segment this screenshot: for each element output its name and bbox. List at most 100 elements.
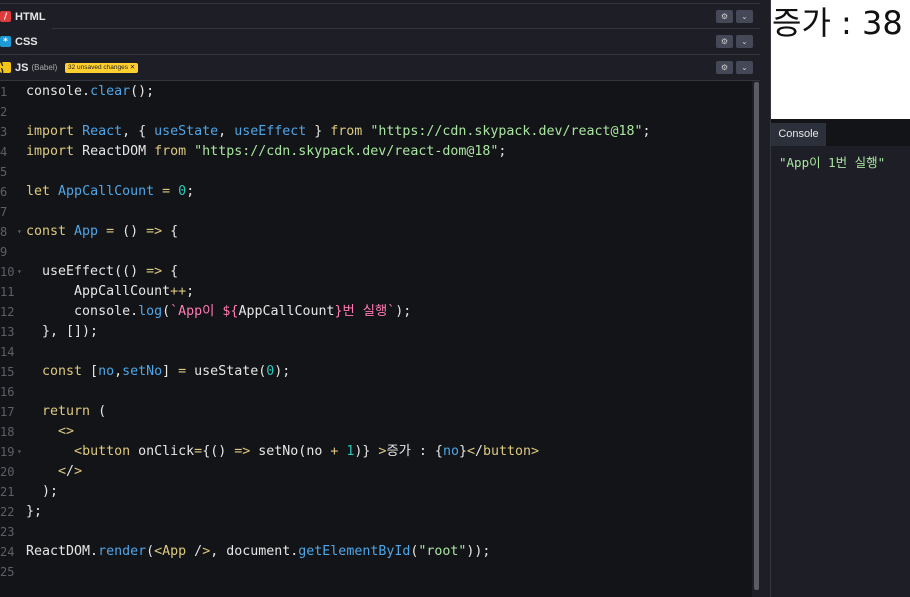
code-line[interactable]: 5 xyxy=(0,162,752,182)
line-number: 22 xyxy=(0,505,15,519)
code-text: console.clear(); xyxy=(26,84,155,99)
js-chevron-down-icon[interactable]: ⌄ xyxy=(736,61,753,74)
code-text: import React, { useState, useEffect } fr… xyxy=(26,124,651,139)
code-line[interactable]: 7 xyxy=(0,202,752,222)
line-number: 19 xyxy=(0,445,15,459)
line-number: 17 xyxy=(0,405,15,419)
js-editor-header[interactable]: ( ) JS (Babel) 32 unsaved changes ✕ ⚙ ⌄ xyxy=(0,55,760,81)
code-line[interactable]: 25 xyxy=(0,562,752,582)
code-text: console.log(`App이 ${AppCallCount}번 실행`); xyxy=(74,304,412,319)
line-number: 2 xyxy=(0,105,8,119)
console-output: "App이 1번 실행" xyxy=(771,146,910,597)
code-text: ReactDOM.render(<App />, document.getEle… xyxy=(26,544,491,559)
code-line[interactable]: 6 let AppCallCount = 0; xyxy=(0,182,752,202)
code-text: useEffect(() => { xyxy=(42,264,179,279)
css-editor-header[interactable]: * CSS ⚙ ⌄ xyxy=(0,29,760,55)
line-number: 8 xyxy=(0,225,8,239)
tab-js-preprocessor: (Babel) xyxy=(31,63,58,72)
code-text: return ( xyxy=(42,404,107,419)
html-icon: / xyxy=(0,11,11,22)
code-line[interactable]: 8 ▾ const App = () => { xyxy=(0,222,752,242)
tab-html-label: HTML xyxy=(15,10,46,23)
code-line[interactable]: 13 }, []); xyxy=(0,322,752,342)
line-number: 25 xyxy=(0,565,15,579)
code-text: }, []); xyxy=(26,324,99,339)
line-number: 13 xyxy=(0,325,15,339)
code-line[interactable]: 1 console.clear(); xyxy=(0,82,752,102)
code-scrollbar-thumb[interactable] xyxy=(754,82,759,590)
tab-html[interactable]: / HTML xyxy=(0,4,52,29)
line-number: 16 xyxy=(0,385,15,399)
tab-css-label: CSS xyxy=(15,35,38,48)
code-line[interactable]: 19 ▾ <button onClick={() => setNo(no + 1)… xyxy=(0,442,752,462)
code-line[interactable]: 23 xyxy=(0,522,752,542)
code-line[interactable]: 14 xyxy=(0,342,752,362)
code-line[interactable]: 16 xyxy=(0,382,752,402)
css-icon: * xyxy=(0,36,11,47)
line-number: 5 xyxy=(0,165,8,179)
code-line[interactable]: 17 return ( xyxy=(0,402,752,422)
code-text: <button onClick={() => setNo(no + 1)} >증… xyxy=(74,444,540,459)
fold-arrow-icon[interactable]: ▾ xyxy=(17,262,22,282)
code-line[interactable]: 10 ▾ useEffect(() => { xyxy=(0,262,752,282)
tab-js-label: JS xyxy=(15,61,29,74)
line-number: 10 xyxy=(0,265,15,279)
css-gear-icon[interactable]: ⚙ xyxy=(716,35,733,48)
code-text: const App = () => { xyxy=(26,224,179,239)
line-number: 3 xyxy=(0,125,8,139)
line-number: 1 xyxy=(0,85,8,99)
line-number: 24 xyxy=(0,545,15,559)
code-line[interactable]: 11 AppCallCount++; xyxy=(0,282,752,302)
code-text: ); xyxy=(26,484,59,499)
code-line[interactable]: 9 xyxy=(0,242,752,262)
js-gear-icon[interactable]: ⚙ xyxy=(716,61,733,74)
increment-button[interactable]: 증가 : 38 xyxy=(772,4,903,42)
html-chevron-down-icon[interactable]: ⌄ xyxy=(736,10,753,23)
line-number: 4 xyxy=(0,145,8,159)
line-number: 21 xyxy=(0,485,15,499)
editor-pane: / HTML ⚙ ⌄ * CSS ⚙ ⌄ ( ) JS (Babel) 32 u… xyxy=(0,0,760,597)
tab-console[interactable]: Console xyxy=(771,123,826,146)
code-line[interactable]: 3 import React, { useState, useEffect } f… xyxy=(0,122,752,142)
code-text: import ReactDOM from "https://cdn.skypac… xyxy=(26,144,507,159)
fold-arrow-icon[interactable]: ▾ xyxy=(17,442,22,462)
code-line[interactable]: 24 ReactDOM.render(<App />, document.getE… xyxy=(0,542,752,562)
tab-js[interactable]: ( ) JS (Babel) xyxy=(0,55,64,80)
code-text: AppCallCount++; xyxy=(74,284,195,299)
code-text: <> xyxy=(58,424,75,439)
code-line[interactable]: 18 <> xyxy=(0,422,752,442)
line-number: 20 xyxy=(0,465,15,479)
js-icon: ( ) xyxy=(0,58,11,78)
code-line[interactable]: 20 </> xyxy=(0,462,752,482)
line-number: 23 xyxy=(0,525,15,539)
line-number: 12 xyxy=(0,305,15,319)
code-text: let AppCallCount = 0; xyxy=(26,184,195,199)
line-number: 11 xyxy=(0,285,15,299)
code-line[interactable]: 4 import ReactDOM from "https://cdn.skypa… xyxy=(0,142,752,162)
html-gear-icon[interactable]: ⚙ xyxy=(716,10,733,23)
console-log-entry: "App이 1번 실행" xyxy=(779,155,886,170)
js-code-editor[interactable]: 1 console.clear(); 2 3 import React, { useSt… xyxy=(0,81,752,597)
fold-arrow-icon[interactable]: ▾ xyxy=(17,222,22,242)
line-number: 14 xyxy=(0,345,15,359)
line-number: 18 xyxy=(0,425,15,439)
code-line[interactable]: 21 ); xyxy=(0,482,752,502)
result-preview: 증가 : 38 xyxy=(771,0,910,119)
code-line[interactable]: 2 xyxy=(0,102,752,122)
html-editor-header[interactable]: / HTML ⚙ ⌄ xyxy=(0,3,760,29)
code-text: const [no,setNo] = useState(0); xyxy=(42,364,291,379)
console-header: Console xyxy=(771,119,910,146)
code-line[interactable]: 15 const [no,setNo] = useState(0); xyxy=(0,362,752,382)
code-line[interactable]: 12 console.log(`App이 ${AppCallCount}번 실행… xyxy=(0,302,752,322)
line-number: 9 xyxy=(0,245,8,259)
line-number: 6 xyxy=(0,185,8,199)
css-chevron-down-icon[interactable]: ⌄ xyxy=(736,35,753,48)
code-line[interactable]: 22}; xyxy=(0,502,752,522)
unsaved-changes-badge[interactable]: 32 unsaved changes ✕ xyxy=(65,63,139,73)
line-number: 7 xyxy=(0,205,8,219)
line-number: 15 xyxy=(0,365,15,379)
code-text: </> xyxy=(58,464,83,479)
code-text: }; xyxy=(26,504,43,519)
tab-css[interactable]: * CSS xyxy=(0,29,44,54)
pane-resizer[interactable] xyxy=(760,0,771,597)
